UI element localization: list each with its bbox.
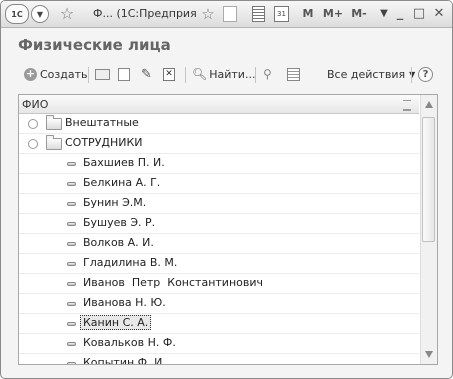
toolbar: + Создать ✎ ✕ 🔍︎ Найти... ⚲ Все действия (1, 63, 452, 85)
employee-name: Бахшиев П. И. (83, 156, 165, 169)
delete-mark-button[interactable]: ✕ (163, 64, 175, 84)
employee-name: Иванова Н. Ю. (83, 296, 166, 309)
pencil-icon: ✎ (141, 66, 152, 82)
find-button[interactable]: 🔍︎ Найти... (192, 64, 255, 84)
employee-name: Канин С. А. (80, 315, 152, 330)
calculator-icon[interactable] (252, 6, 265, 22)
memory-minus-button[interactable]: M- (348, 4, 370, 23)
add-folder-icon (95, 68, 110, 80)
list-rows: Внештатные СОТРУДНИКИ Бахшиев П. И. Белк… (19, 114, 419, 365)
employee-name: Иванов Петр Константинович (83, 276, 264, 289)
help-button[interactable]: ? (418, 64, 433, 84)
vertical-scrollbar[interactable] (420, 95, 437, 364)
chevron-down-icon[interactable]: ▼ (379, 4, 389, 23)
list-item[interactable]: Бахшиев П. И. (19, 154, 419, 174)
toolbar-divider (88, 67, 89, 83)
employee-name: Белкина А. Г. (83, 176, 161, 189)
item-icon (67, 302, 76, 306)
item-icon (67, 322, 76, 326)
folder-icon (46, 115, 62, 130)
list-item[interactable]: Гладилина В. М. (19, 254, 419, 274)
list-item[interactable]: Бунин Э.М. (19, 194, 419, 214)
title-bar: 1С ▼ ☆ Ф... (1С:Предприят... ☆ 31 M M+ M… (1, 1, 452, 28)
column-header-label: ФИО (22, 98, 49, 111)
item-icon (67, 182, 76, 186)
group-row-freelancers[interactable]: Внештатные (19, 114, 419, 134)
list-item[interactable]: Белкина А. Г. (19, 174, 419, 194)
list-settings-button[interactable] (287, 64, 300, 84)
scroll-up-icon[interactable] (425, 101, 433, 108)
collapsed-node-icon[interactable] (28, 119, 38, 129)
list-item[interactable]: Иванов Петр Константинович (19, 274, 419, 294)
item-icon (67, 162, 76, 166)
list-icon (287, 67, 300, 81)
maximize-button[interactable]: □ (411, 5, 427, 21)
memory-button[interactable]: M (301, 4, 315, 23)
item-icon (67, 222, 76, 226)
item-icon (67, 262, 76, 266)
item-icon (67, 342, 76, 346)
memory-plus-button[interactable]: M+ (322, 4, 344, 23)
scrollbar-thumb[interactable] (422, 117, 435, 242)
group-name: СОТРУДНИКИ (65, 136, 143, 149)
cancel-search-icon: ⚲ (263, 67, 272, 81)
toolbar-divider (411, 67, 412, 83)
employee-name: Ковальков Н. Ф. (83, 336, 176, 349)
list-item[interactable]: Волков А. И. (19, 234, 419, 254)
all-actions-menu[interactable]: Все действия ▼ (327, 64, 415, 84)
column-header-fio[interactable]: ФИО (19, 95, 419, 114)
employee-name: Копытин Ф. И. (83, 356, 166, 365)
list-item[interactable]: Копытин Ф. И. (19, 354, 419, 365)
create-group-button[interactable] (95, 64, 110, 84)
item-icon (67, 242, 76, 246)
plus-icon: + (24, 66, 37, 81)
create-button-label: Создать (40, 67, 88, 81)
calendar-icon[interactable]: 31 (274, 6, 289, 22)
help-icon: ? (418, 66, 433, 82)
item-icon (67, 202, 76, 206)
add-to-favorites-icon[interactable]: ☆ (199, 4, 217, 23)
list-item[interactable]: Иванова Н. Ю. (19, 294, 419, 314)
window-title: Ф... (1С:Предприят... (93, 7, 197, 20)
toolbar-divider (255, 67, 256, 83)
copy-icon (118, 67, 130, 81)
link-icon[interactable] (223, 6, 237, 22)
app-logo-icon[interactable]: 1С (5, 4, 29, 24)
cancel-search-button[interactable]: ⚲ (263, 64, 272, 84)
expanded-node-icon[interactable] (28, 139, 38, 149)
item-icon (67, 282, 76, 286)
toolbar-divider (185, 67, 186, 83)
app-window: 1С ▼ ☆ Ф... (1С:Предприят... ☆ 31 M M+ M… (0, 0, 453, 379)
employee-name: Бунин Э.М. (83, 196, 147, 209)
group-row-employees[interactable]: СОТРУДНИКИ (19, 134, 419, 154)
close-button[interactable]: ✕ (431, 5, 447, 21)
folder-open-icon (46, 135, 62, 150)
edit-button[interactable]: ✎ (141, 64, 152, 84)
search-icon: 🔍︎ (192, 67, 208, 81)
main-menu-button[interactable]: ▼ (31, 5, 49, 23)
delete-mark-icon: ✕ (163, 67, 175, 81)
list-item[interactable]: Бушуев Э. Р. (19, 214, 419, 234)
list-item[interactable]: Ковальков Н. Ф. (19, 334, 419, 354)
copy-button[interactable] (118, 64, 130, 84)
list-item-selected[interactable]: Канин С. А. (19, 314, 419, 334)
individuals-list: ФИО Внештатные СОТРУДНИКИ Бахшиев П. И. … (18, 94, 438, 365)
sort-icon[interactable] (403, 100, 411, 111)
employee-name: Бушуев Э. Р. (83, 216, 156, 229)
employee-name: Гладилина В. М. (83, 256, 178, 269)
group-name: Внештатные (65, 116, 139, 129)
find-button-label: Найти... (209, 67, 256, 81)
item-icon (67, 362, 76, 364)
scroll-down-icon[interactable] (425, 351, 433, 358)
minimize-button[interactable]: _ (392, 5, 408, 21)
create-button[interactable]: + Создать (24, 64, 88, 84)
favorite-star-icon[interactable]: ☆ (58, 4, 76, 23)
all-actions-label: Все действия (327, 67, 406, 81)
employee-name: Волков А. И. (83, 236, 154, 249)
page-title: Физические лица (18, 36, 171, 54)
